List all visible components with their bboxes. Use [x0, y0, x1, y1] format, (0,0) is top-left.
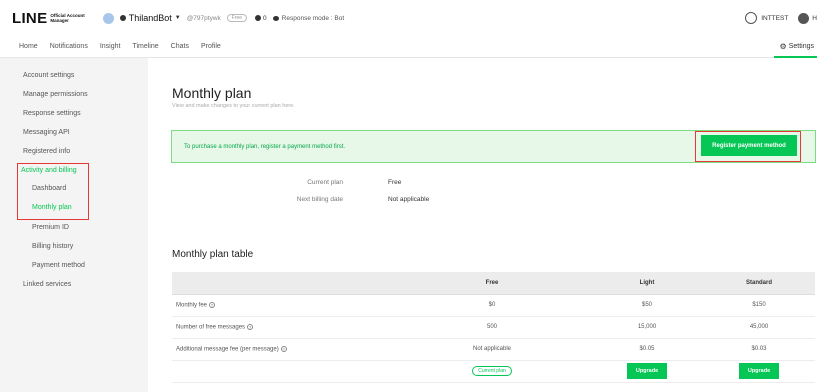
help-circle-icon[interactable]: ? — [209, 301, 216, 308]
user-icon[interactable] — [745, 12, 758, 24]
plan-table-title: Monthly plan table — [172, 249, 254, 260]
sidebar-item-linked-services[interactable]: Linked services — [23, 281, 71, 288]
cell: Not applicable — [393, 338, 591, 361]
logo-subtitle-line-2: Manager — [50, 18, 69, 23]
page-subtitle: View and make changes to your current pl… — [172, 103, 295, 109]
page-title: Monthly plan — [172, 85, 252, 101]
sidebar-item-registered-info[interactable]: Registered info — [23, 148, 70, 155]
plan-table-header: Free Light Standard — [172, 272, 815, 295]
notice-text: To purchase a monthly plan, register a p… — [184, 144, 346, 150]
cell: 15,000 — [591, 316, 703, 339]
row-label-cell: Monthly fee? — [172, 294, 393, 317]
gear-icon: ⚙ — [779, 41, 787, 51]
header-free: Free — [393, 272, 591, 295]
help-circle-icon[interactable]: ? — [247, 323, 254, 330]
register-payment-method-button[interactable]: Register payment method — [701, 135, 797, 156]
nav-chats[interactable]: Chats — [171, 43, 189, 50]
nav-profile[interactable]: Profile — [201, 43, 221, 50]
sidebar-highlight-box — [17, 163, 89, 220]
logo-subtitle: Official Account Manager — [50, 13, 84, 23]
current-plan-value: Free — [388, 179, 402, 186]
cell: 45,000 — [703, 316, 815, 339]
row-label: Additional message fee (per message) — [176, 346, 279, 353]
sidebar-item-billing-history[interactable]: Billing history — [32, 243, 73, 250]
header-light: Light — [591, 272, 703, 295]
payment-notice: To purchase a monthly plan, register a p… — [171, 130, 816, 163]
account-name[interactable]: ThilandBot — [129, 13, 172, 23]
cell: $150 — [703, 294, 815, 317]
help-icon[interactable] — [798, 12, 810, 24]
help-label[interactable]: H — [812, 15, 817, 22]
table-actions-row: Current plan Upgrade Upgrade — [172, 360, 815, 383]
friends-icon — [255, 15, 262, 21]
sidebar: Account settings Manage permissions Resp… — [0, 58, 148, 392]
nav-settings[interactable]: ⚙ Settings — [773, 36, 817, 58]
sidebar-item-account-settings[interactable]: Account settings — [23, 72, 74, 79]
cell: Current plan — [393, 360, 591, 383]
friend-count: 0 — [263, 14, 267, 22]
line-logo[interactable]: LINE — [12, 10, 47, 27]
header-standard: Standard — [703, 272, 815, 295]
chat-bubble-icon — [272, 15, 279, 21]
cell: $0 — [393, 294, 591, 317]
header-empty — [172, 272, 393, 295]
account-status-icon — [119, 15, 126, 21]
upgrade-light-button[interactable]: Upgrade — [626, 363, 668, 379]
current-plan-label: Current plan — [307, 179, 343, 186]
empty-cell — [172, 360, 393, 383]
cell: 500 — [393, 316, 591, 339]
cell: $0.05 — [591, 338, 703, 361]
sidebar-item-response-settings[interactable]: Response settings — [23, 110, 81, 117]
help-circle-icon[interactable]: ? — [280, 345, 287, 352]
cell: Upgrade — [703, 360, 815, 383]
next-billing-value: Not applicable — [388, 196, 430, 203]
row-label: Monthly fee — [176, 302, 208, 309]
next-billing-label: Next billing date — [296, 196, 343, 203]
table-row: Additional message fee (per message)? No… — [172, 338, 815, 361]
cell: $50 — [591, 294, 703, 317]
user-name[interactable]: INTTEST — [761, 15, 788, 22]
user-area: INTTEST H — [745, 0, 817, 36]
sidebar-item-payment-method[interactable]: Payment method — [32, 262, 85, 269]
cell: Upgrade — [591, 360, 703, 383]
main-nav: Home Notifications Insight Timeline Chat… — [0, 36, 817, 58]
sidebar-item-premium-id[interactable]: Premium ID — [32, 224, 69, 231]
cell: $0.03 — [703, 338, 815, 361]
top-bar: LINE Official Account Manager ThilandBot… — [0, 0, 817, 36]
response-mode[interactable]: Response mode : Bot — [282, 15, 345, 22]
main-content: Monthly plan View and make changes to yo… — [148, 58, 817, 392]
nav-notifications[interactable]: Notifications — [50, 43, 88, 50]
nav-home[interactable]: Home — [19, 43, 38, 50]
nav-insight[interactable]: Insight — [100, 43, 121, 50]
sidebar-item-messaging-api[interactable]: Messaging API — [23, 129, 70, 136]
table-row: Monthly fee? $0 $50 $150 — [172, 294, 815, 317]
current-plan-badge: Current plan — [472, 366, 512, 376]
sidebar-item-manage-permissions[interactable]: Manage permissions — [23, 91, 88, 98]
account-avatar-icon[interactable] — [102, 12, 114, 24]
row-label-cell: Number of free messages? — [172, 316, 393, 339]
plan-badge: Free — [226, 14, 248, 22]
row-label: Number of free messages — [176, 324, 246, 331]
table-row: Number of free messages? 500 15,000 45,0… — [172, 316, 815, 339]
plan-table: Free Light Standard Monthly fee? $0 $50 … — [172, 272, 815, 383]
account-id: @797ptywk — [186, 14, 221, 22]
row-label-cell: Additional message fee (per message)? — [172, 338, 393, 361]
nav-settings-label: Settings — [788, 42, 814, 50]
chevron-down-icon[interactable]: ▼ — [175, 15, 181, 21]
upgrade-standard-button[interactable]: Upgrade — [738, 363, 780, 379]
nav-timeline[interactable]: Timeline — [132, 43, 158, 50]
